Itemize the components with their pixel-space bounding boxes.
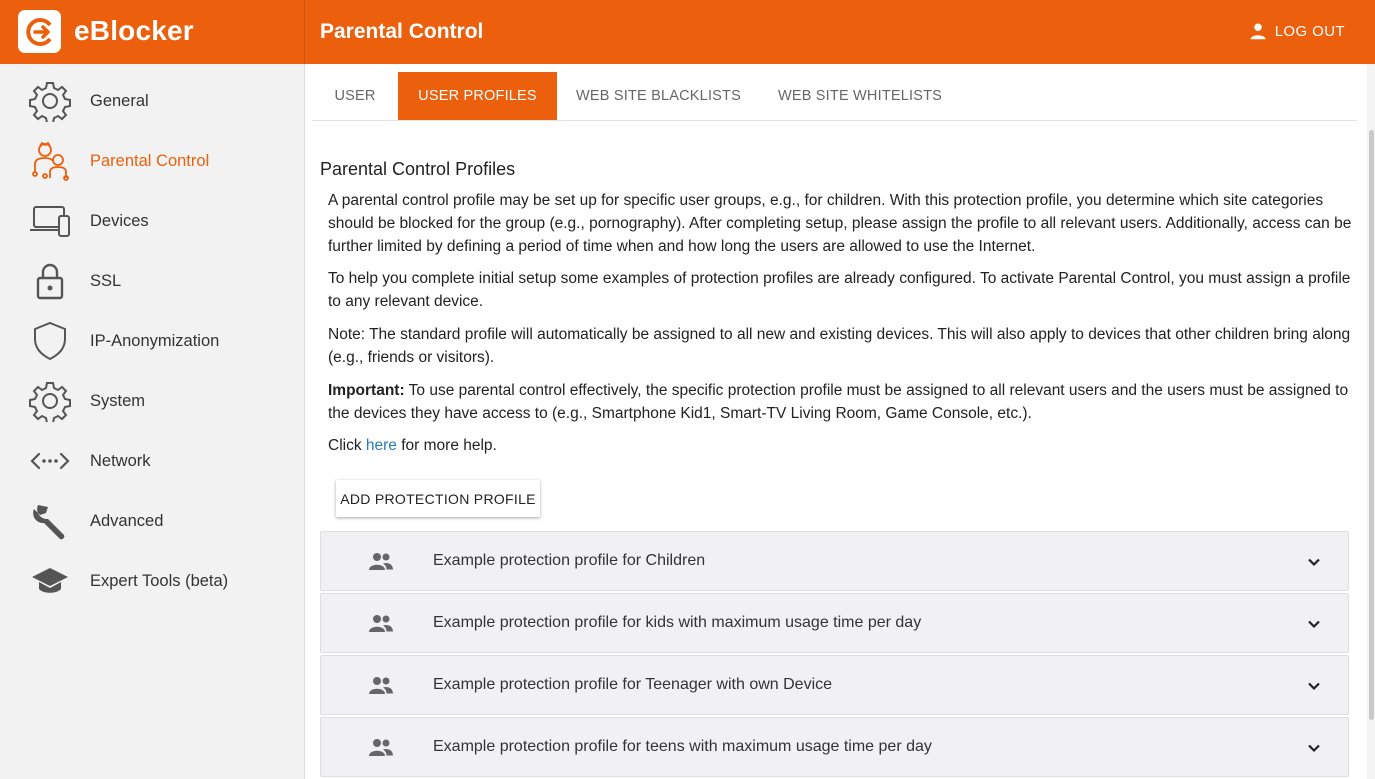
chevron-down-icon[interactable] (1306, 740, 1322, 756)
sidebar-item-label: Expert Tools (beta) (90, 571, 229, 590)
sidebar-item-label: System (90, 391, 146, 410)
sidebar-item-label: Devices (90, 211, 149, 230)
setup-paragraph: To help you complete initial setup some … (328, 270, 1351, 310)
sidebar-item-label: IP-Anonymization (90, 331, 220, 350)
devices-icon (27, 201, 72, 241)
sidebar-item-advanced[interactable]: Advanced (0, 491, 304, 551)
graduation-cap-icon (27, 561, 72, 601)
sidebar: General Parental Control Devices SSL IP-… (0, 64, 305, 779)
sidebar-item-network[interactable]: Network (0, 431, 304, 491)
scrollbar[interactable] (1367, 64, 1375, 779)
sidebar-item-parental-control[interactable]: Parental Control (0, 131, 304, 191)
sidebar-item-expert-tools[interactable]: Expert Tools (beta) (0, 551, 304, 611)
eblocker-logo-icon (18, 10, 61, 53)
scrollbar-thumb[interactable] (1369, 130, 1374, 720)
sidebar-item-general[interactable]: General (0, 71, 304, 131)
tab-bar: USER USER PROFILES WEB SITE BLACKLISTS W… (312, 72, 1357, 121)
add-protection-profile-button[interactable]: ADD PROTECTION PROFILE (336, 480, 540, 517)
page-title: Parental Control (320, 20, 484, 43)
sidebar-item-label: General (90, 91, 149, 110)
tab-web-site-whitelists[interactable]: WEB SITE WHITELISTS (760, 72, 960, 120)
profile-name: Example protection profile for Teenager … (433, 676, 833, 693)
important-paragraph: Important: To use parental control effec… (328, 379, 1358, 425)
sidebar-item-system[interactable]: System (0, 371, 304, 431)
user-icon (1250, 23, 1266, 40)
group-icon (369, 615, 393, 632)
wrench-icon (27, 501, 72, 541)
sidebar-item-devices[interactable]: Devices (0, 191, 304, 251)
brand-name: eBlocker (74, 15, 194, 46)
chevron-down-icon[interactable] (1306, 678, 1322, 694)
sidebar-item-ip-anonymization[interactable]: IP-Anonymization (0, 311, 304, 371)
section-title: Parental Control Profiles (320, 159, 516, 179)
profile-name: Example protection profile for Children (433, 552, 706, 569)
lock-icon (27, 261, 72, 301)
sidebar-item-label: SSL (90, 271, 122, 290)
logout-button[interactable]: LOG OUT (1249, 22, 1345, 40)
sidebar-item-ssl[interactable]: SSL (0, 251, 304, 311)
group-icon (369, 739, 393, 756)
note-paragraph: Note: The standard profile will automati… (328, 326, 1351, 366)
main-content: USER USER PROFILES WEB SITE BLACKLISTS W… (305, 64, 1367, 779)
profile-row-teenager-own-device[interactable]: Example protection profile for Teenager … (320, 655, 1349, 715)
tab-user[interactable]: USER (312, 72, 398, 120)
profile-row-kids-max-usage[interactable]: Example protection profile for kids with… (320, 593, 1349, 653)
intro-paragraph: A parental control profile may be set up… (328, 192, 1352, 255)
brand[interactable]: eBlocker (0, 0, 305, 64)
tab-web-site-blacklists[interactable]: WEB SITE BLACKLISTS (557, 72, 760, 120)
group-icon (369, 677, 393, 694)
profile-name: Example protection profile for kids with… (433, 614, 922, 631)
profile-row-teens-max-usage[interactable]: Example protection profile for teens wit… (320, 717, 1349, 777)
family-icon (27, 141, 72, 181)
sidebar-item-label: Network (90, 451, 151, 470)
gear-icon (27, 381, 72, 422)
help-paragraph: Click here for more help. (328, 437, 497, 454)
important-label: Important: (328, 382, 405, 399)
profile-name: Example protection profile for teens wit… (433, 738, 932, 755)
help-link[interactable]: here (366, 437, 397, 454)
sidebar-item-label: Advanced (90, 511, 164, 530)
tab-user-profiles[interactable]: USER PROFILES (398, 72, 557, 120)
chevron-down-icon[interactable] (1306, 616, 1322, 632)
logout-label: LOG OUT (1274, 22, 1345, 40)
sidebar-item-label: Parental Control (90, 151, 210, 170)
top-bar: eBlocker Parental Control LOG OUT (0, 0, 1375, 64)
group-icon (369, 553, 393, 570)
network-icon (27, 441, 72, 481)
gear-icon (27, 81, 72, 122)
important-text: To use parental control effectively, the… (328, 382, 1349, 422)
profile-row-children[interactable]: Example protection profile for Children (320, 531, 1349, 591)
shield-icon (27, 321, 72, 361)
chevron-down-icon[interactable] (1306, 554, 1322, 570)
